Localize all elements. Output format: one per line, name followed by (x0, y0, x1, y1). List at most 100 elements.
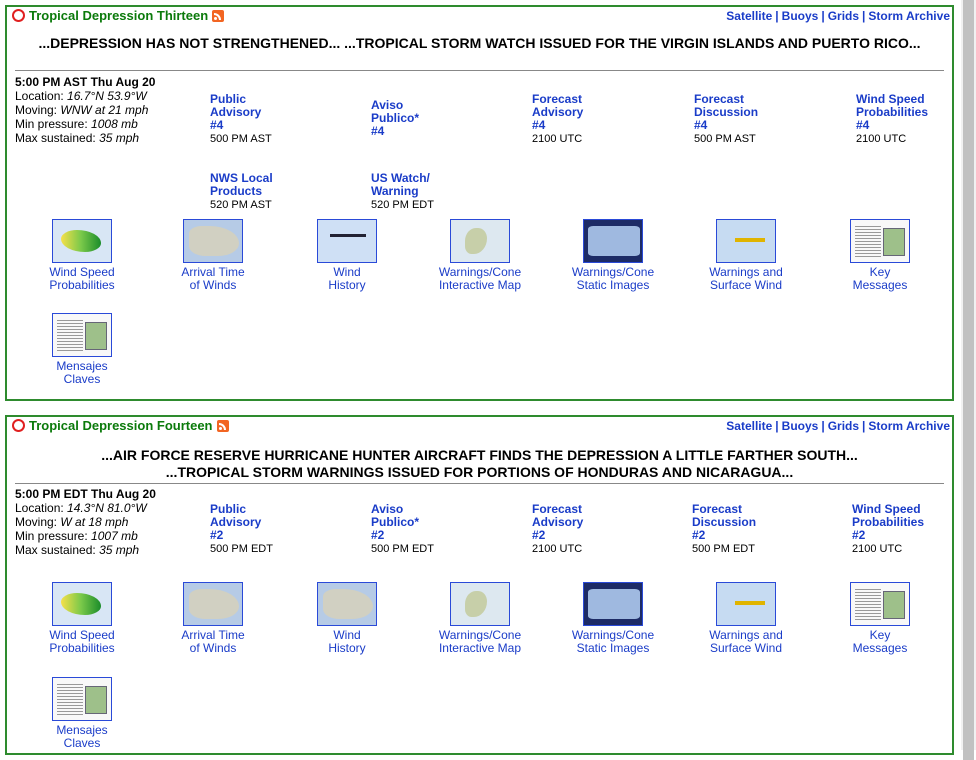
storm-title[interactable]: Tropical Depression Fourteen (12, 418, 229, 433)
product-number[interactable]: #2 (692, 529, 802, 542)
product-link[interactable]: Advisory (532, 106, 642, 119)
rss-feed-icon[interactable] (212, 9, 225, 22)
graphic-label[interactable]: Surface Wind (693, 642, 799, 655)
key-messages-doc-icon[interactable] (850, 582, 910, 626)
product-link[interactable]: Advisory (210, 516, 320, 529)
interactive-map-icon[interactable] (450, 582, 510, 626)
mensajes-claves-doc-icon[interactable] (52, 677, 112, 721)
cone-map-icon[interactable] (583, 219, 643, 263)
grids-link[interactable]: Grids (828, 419, 859, 433)
graphic-surface-wind[interactable]: Warnings and Surface Wind (693, 582, 799, 655)
product-number[interactable]: #4 (856, 119, 966, 132)
wind-probability-map-icon[interactable] (52, 219, 112, 263)
graphic-label[interactable]: History (294, 642, 400, 655)
graphic-arrival-time[interactable]: Arrival Time of Winds (160, 582, 266, 655)
storm-title-text[interactable]: Tropical Depression Thirteen (29, 8, 208, 23)
graphic-static-images[interactable]: Warnings/Cone Static Images (560, 219, 666, 292)
product-number[interactable]: #4 (532, 119, 642, 132)
graphic-static-images[interactable]: Warnings/Cone Static Images (560, 582, 666, 655)
graphic-wind-history[interactable]: Wind History (294, 219, 400, 292)
graphic-label[interactable]: Messages (827, 279, 933, 292)
graphic-label[interactable]: Claves (29, 737, 135, 750)
graphic-label[interactable]: Interactive Map (427, 642, 533, 655)
graphic-label[interactable]: Surface Wind (693, 279, 799, 292)
graphic-wind-speed-probabilities[interactable]: Wind Speed Probabilities (29, 219, 135, 292)
product-number[interactable]: #4 (371, 125, 481, 138)
graphic-label[interactable]: of Winds (160, 642, 266, 655)
nws-local-products[interactable]: NWS Local Products 520 PM AST (210, 172, 320, 212)
graphic-wind-history[interactable]: Wind History (294, 582, 400, 655)
satellite-link[interactable]: Satellite (726, 9, 772, 23)
wind-history-map-icon[interactable] (317, 582, 377, 626)
product-link[interactable]: Discussion (692, 516, 802, 529)
forecast-advisory-product[interactable]: Forecast Advisory #4 2100 UTC (532, 93, 642, 146)
grids-link[interactable]: Grids (828, 9, 859, 23)
product-time: 500 PM EDT (692, 543, 755, 555)
graphic-wind-speed-probabilities[interactable]: Wind Speed Probabilities (29, 582, 135, 655)
aviso-publico-product[interactable]: Aviso Publico* #4 (371, 99, 481, 138)
graphic-key-messages[interactable]: Key Messages (827, 219, 933, 292)
graphic-surface-wind[interactable]: Warnings and Surface Wind (693, 219, 799, 292)
forecast-discussion-product[interactable]: Forecast Discussion #4 500 PM AST (694, 93, 804, 146)
graphic-label[interactable]: Static Images (560, 279, 666, 292)
key-messages-doc-icon[interactable] (850, 219, 910, 263)
graphic-arrival-time[interactable]: Arrival Time of Winds (160, 219, 266, 292)
product-number[interactable]: #4 (694, 119, 804, 132)
interactive-map-icon[interactable] (450, 219, 510, 263)
storm-headline-2: ...TROPICAL STORM WARNINGS ISSUED FOR PO… (165, 464, 794, 480)
storm-title[interactable]: Tropical Depression Thirteen (12, 8, 225, 23)
forecast-advisory-product[interactable]: Forecast Advisory #2 2100 UTC (532, 503, 642, 556)
wind-speed-probabilities-product[interactable]: Wind Speed Probabilities #4 2100 UTC (856, 93, 966, 146)
product-link[interactable]: Probabilities (856, 106, 966, 119)
mensajes-claves-doc-icon[interactable] (52, 313, 112, 357)
product-link[interactable]: Warning (371, 185, 481, 198)
graphic-key-messages[interactable]: Key Messages (827, 582, 933, 655)
public-advisory-product[interactable]: Public Advisory #2 500 PM EDT (210, 503, 320, 556)
graphic-label[interactable]: Interactive Map (427, 279, 533, 292)
product-link[interactable]: Publico* (371, 516, 481, 529)
product-number[interactable]: #2 (852, 529, 962, 542)
cone-map-icon[interactable] (583, 582, 643, 626)
public-advisory-product[interactable]: Public Advisory #4 500 PM AST (210, 93, 320, 146)
product-link[interactable]: Probabilities (852, 516, 962, 529)
product-number[interactable]: #2 (210, 529, 320, 542)
product-number[interactable]: #2 (371, 529, 481, 542)
product-link[interactable]: Advisory (210, 106, 320, 119)
wind-speed-probabilities-product[interactable]: Wind Speed Probabilities #2 2100 UTC (852, 503, 962, 556)
graphic-mensajes-claves[interactable]: Mensajes Claves (29, 313, 135, 386)
buoys-link[interactable]: Buoys (782, 9, 819, 23)
surface-wind-map-icon[interactable] (716, 582, 776, 626)
arrival-time-map-icon[interactable] (183, 582, 243, 626)
satellite-link[interactable]: Satellite (726, 419, 772, 433)
product-number[interactable]: #2 (532, 529, 642, 542)
aviso-publico-product[interactable]: Aviso Publico* #2 500 PM EDT (371, 503, 481, 556)
product-link[interactable]: Publico* (371, 112, 481, 125)
storm-title-text[interactable]: Tropical Depression Fourteen (29, 418, 213, 433)
buoys-link[interactable]: Buoys (782, 419, 819, 433)
graphic-label[interactable]: Probabilities (29, 279, 135, 292)
rss-feed-icon[interactable] (216, 419, 229, 432)
divider (15, 70, 944, 71)
graphic-mensajes-claves[interactable]: Mensajes Claves (29, 677, 135, 750)
wind-probability-map-icon[interactable] (52, 582, 112, 626)
storm-archive-link[interactable]: Storm Archive (868, 419, 950, 433)
surface-wind-map-icon[interactable] (716, 219, 776, 263)
graphic-label[interactable]: of Winds (160, 279, 266, 292)
wind-history-map-icon[interactable] (317, 219, 377, 263)
product-link[interactable]: Products (210, 185, 320, 198)
graphic-label[interactable]: Claves (29, 373, 135, 386)
graphic-label[interactable]: History (294, 279, 400, 292)
arrival-time-map-icon[interactable] (183, 219, 243, 263)
product-number[interactable]: #4 (210, 119, 320, 132)
graphic-label[interactable]: Messages (827, 642, 933, 655)
product-link[interactable]: Advisory (532, 516, 642, 529)
graphic-interactive-map[interactable]: Warnings/Cone Interactive Map (427, 219, 533, 292)
storm-archive-link[interactable]: Storm Archive (868, 9, 950, 23)
graphic-label[interactable]: Probabilities (29, 642, 135, 655)
graphic-label[interactable]: Static Images (560, 642, 666, 655)
product-link[interactable]: Discussion (694, 106, 804, 119)
us-watch-warning-product[interactable]: US Watch/ Warning 520 PM EDT (371, 172, 481, 212)
storm-status: 5:00 PM EDT Thu Aug 20 Location: 14.3°N … (15, 487, 156, 557)
forecast-discussion-product[interactable]: Forecast Discussion #2 500 PM EDT (692, 503, 802, 556)
graphic-interactive-map[interactable]: Warnings/Cone Interactive Map (427, 582, 533, 655)
